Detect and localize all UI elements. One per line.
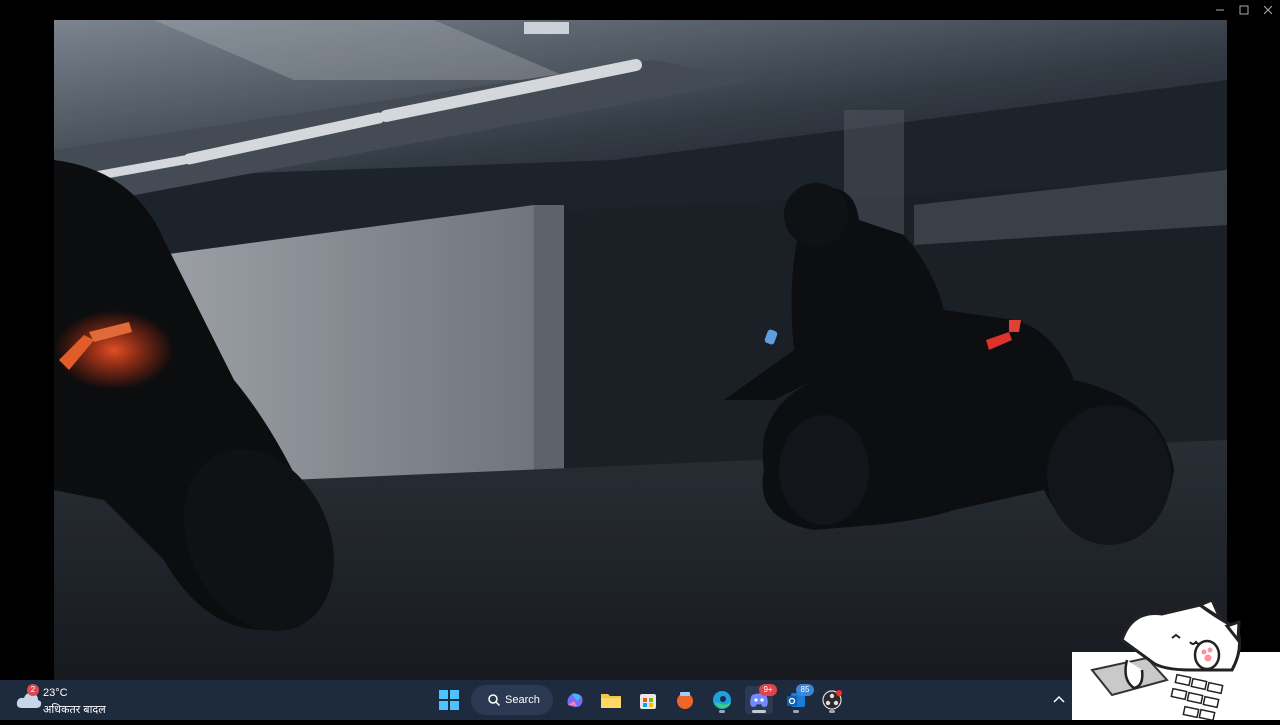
orange-app-button[interactable] — [671, 686, 699, 714]
folder-icon — [601, 694, 621, 708]
maximize-button[interactable] — [1232, 0, 1256, 20]
discord-button[interactable]: 9+ — [745, 684, 777, 714]
minimize-button[interactable] — [1208, 0, 1232, 20]
close-icon — [1263, 5, 1273, 15]
weather-temp: 23°C — [43, 687, 68, 699]
obs-button[interactable] — [818, 686, 846, 714]
edge-icon — [713, 691, 731, 709]
outlook-active-indicator — [793, 710, 799, 713]
copilot-icon — [567, 693, 583, 708]
maximize-icon — [1239, 5, 1249, 15]
edge-button[interactable] — [708, 686, 736, 714]
obs-icon — [822, 690, 842, 710]
file-explorer-button[interactable] — [597, 686, 625, 714]
weather-condition: अधिकतर बादल — [43, 704, 106, 716]
copilot-button[interactable] — [561, 686, 589, 714]
minimize-icon — [1216, 9, 1224, 11]
start-button[interactable] — [435, 686, 463, 714]
outlook-button[interactable]: 85 — [782, 684, 814, 714]
outlook-badge: 85 — [796, 684, 814, 696]
bongo-cat-overlay — [1072, 598, 1280, 722]
weather-badge: 2 — [27, 684, 39, 696]
window-controls — [1208, 0, 1280, 20]
show-hidden-icons-button[interactable] — [1050, 691, 1068, 709]
search-label: Search — [505, 694, 540, 706]
discord-active-indicator — [752, 710, 766, 713]
edge-active-indicator — [719, 710, 725, 713]
windows-logo-icon — [439, 690, 459, 710]
weather-widget[interactable]: 2 23°C अधिकतर बादल — [14, 684, 134, 716]
video-frame[interactable] — [54, 20, 1227, 680]
search-button[interactable]: Search — [471, 685, 553, 715]
chevron-up-icon — [1053, 695, 1065, 703]
video-scene — [54, 20, 1227, 680]
store-icon — [640, 694, 656, 709]
bongo-cat-icon — [1072, 598, 1280, 722]
discord-badge: 9+ — [759, 684, 777, 696]
close-button[interactable] — [1256, 0, 1280, 20]
store-button[interactable] — [634, 686, 662, 714]
search-icon — [488, 694, 500, 706]
orange-app-icon — [677, 692, 693, 709]
obs-active-indicator — [829, 710, 835, 713]
